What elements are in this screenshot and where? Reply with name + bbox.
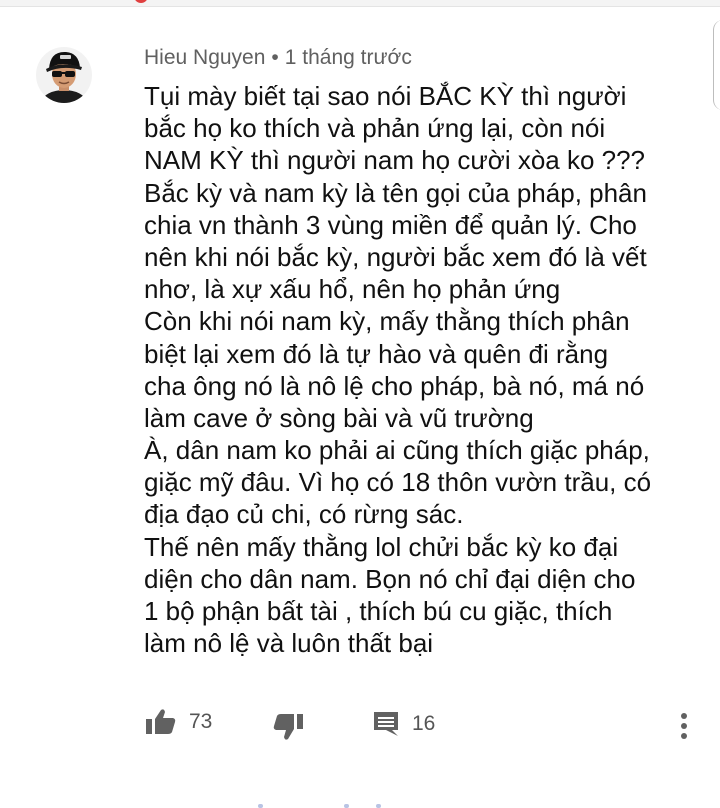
comment-line: Còn khi nói nam kỳ, mấy thằng thích phân bbox=[144, 306, 630, 337]
comment-line: nên khi nói bắc kỳ, người bắc xem đó là … bbox=[144, 241, 647, 272]
comment-line: Bắc kỳ và nam kỳ là tên gọi của pháp, ph… bbox=[144, 177, 647, 208]
user-avatar-image bbox=[36, 47, 92, 103]
scroll-edge bbox=[713, 20, 720, 110]
comment-actions: 73 16 bbox=[0, 700, 720, 746]
comment-line: À, dân nam ko phải ai cũng thích giặc ph… bbox=[144, 435, 650, 466]
comment-line: chia vn thành 3 vùng miền để quản lý. Ch… bbox=[144, 209, 637, 240]
author-name[interactable]: Hieu Nguyen bbox=[144, 46, 265, 69]
next-comment-peek bbox=[258, 798, 428, 808]
thumbs-down-icon bbox=[273, 714, 303, 740]
top-bar-edge bbox=[0, 0, 720, 7]
thumbs-up-icon bbox=[146, 709, 176, 734]
comment-text: Tụi mày biết tại sao nói BẮC KỲ thì ngườ… bbox=[144, 80, 704, 659]
comment-line: NAM KỲ thì người nam họ cười xòa ko ??? bbox=[144, 145, 646, 176]
comment-screen: Hieu Nguyen • 1 tháng trước Tụi mày biết t… bbox=[0, 0, 720, 808]
reply-count: 16 bbox=[412, 712, 436, 735]
comment-line: Thế nên mấy thằng lol chửi bắc kỳ ko đại bbox=[144, 531, 619, 562]
comment-line: địa đạo củ chi, có rừng sác. bbox=[144, 499, 464, 530]
reply-button[interactable]: 16 bbox=[372, 710, 435, 738]
comment-line: cha ông nó là nô lệ cho pháp, bà nó, má … bbox=[144, 370, 645, 401]
comment-line: làm cave ở sòng bài và vũ trường bbox=[144, 402, 534, 433]
like-button[interactable]: 73 bbox=[145, 708, 212, 736]
more-vert-icon bbox=[681, 713, 687, 739]
comment-line: biệt lại xem đó là tự hào và quên đi rằn… bbox=[144, 338, 609, 369]
comment-icon bbox=[374, 712, 398, 736]
comment-line: giặc mỹ đâu. Vì họ có 18 thôn vườn trầu,… bbox=[144, 467, 652, 498]
dislike-button[interactable] bbox=[272, 712, 304, 742]
comment-line: nhơ, là xự xấu hổ, nên họ phản ứng bbox=[144, 274, 561, 305]
more-options-button[interactable] bbox=[678, 712, 690, 740]
comment-line: Tụi mày biết tại sao nói BẮC KỲ thì ngườ… bbox=[144, 81, 627, 111]
comment-line: bắc họ ko thích và phản ứng lại, còn nói bbox=[144, 113, 606, 144]
avatar[interactable] bbox=[36, 42, 92, 124]
like-count: 73 bbox=[189, 710, 213, 733]
comment-line: 1 bộ phận bất tài , thích bú cu giặc, th… bbox=[144, 596, 613, 626]
timestamp[interactable]: 1 tháng trước bbox=[285, 46, 412, 69]
notification-dot bbox=[134, 0, 148, 3]
comment-line: làm nô lệ và luôn thất bại bbox=[144, 628, 434, 659]
comment-header: Hieu Nguyen • 1 tháng trước bbox=[144, 46, 412, 70]
separator-dot: • bbox=[271, 46, 279, 69]
comment-line: diện cho dân nam. Bọn nó chỉ đại diện ch… bbox=[144, 563, 636, 594]
